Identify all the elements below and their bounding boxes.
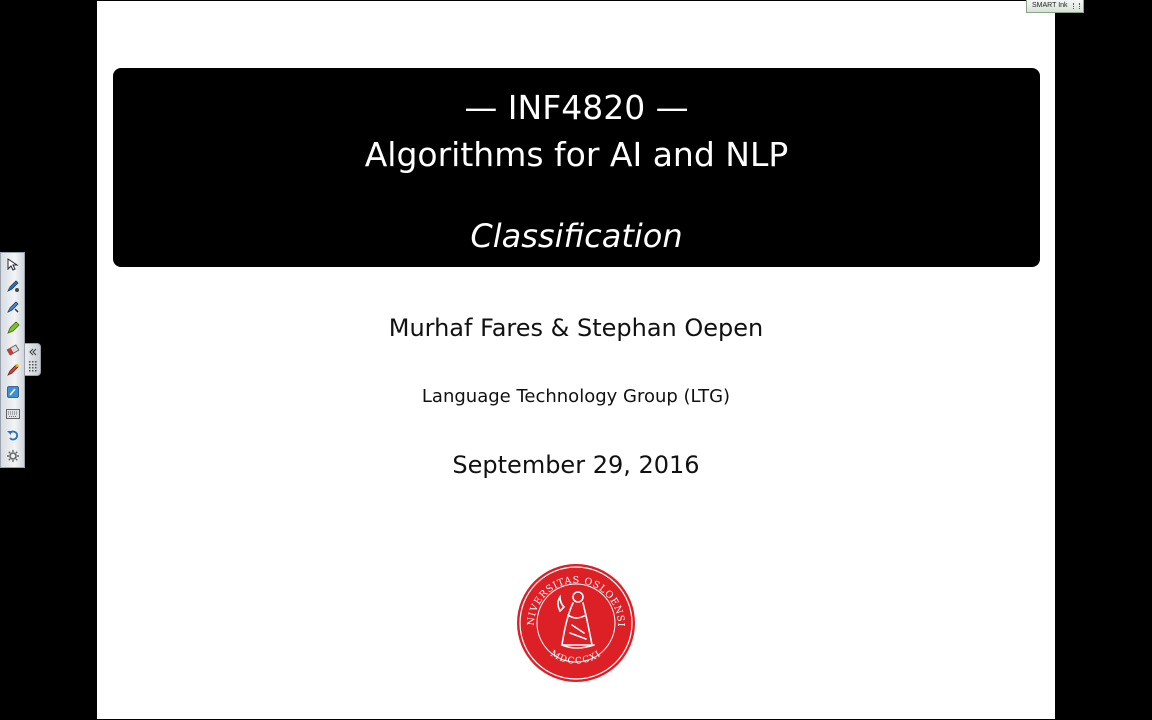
screen: — INF4820 — Algorithms for AI and NLP Cl… [0, 0, 1152, 720]
pen-icon[interactable] [4, 277, 21, 294]
course-name-title: Algorithms for AI and NLP [364, 135, 789, 174]
settings-icon[interactable] [4, 447, 21, 464]
presentation-slide: — INF4820 — Algorithms for AI and NLP Cl… [97, 1, 1055, 719]
select-arrow-icon[interactable] [4, 256, 21, 273]
floating-tools-toolbar [0, 252, 25, 468]
creative-pen-icon[interactable] [4, 319, 21, 336]
keyboard-icon[interactable] [4, 405, 21, 422]
university-seal-logo: UNIVERSITAS OSLOENSIS MDCCCXI [516, 563, 635, 682]
undo-icon[interactable] [4, 426, 21, 443]
presentation-date: September 29, 2016 [452, 451, 700, 479]
eraser-icon[interactable] [4, 340, 21, 357]
smart-ink-tab[interactable]: SMART Ink [1026, 0, 1084, 13]
toolbar-expand-tab[interactable] [25, 343, 41, 376]
chevron-double-left-icon [29, 348, 37, 372]
lecture-subtitle: Classification [470, 217, 683, 255]
title-block: — INF4820 — Algorithms for AI and NLP Cl… [113, 68, 1040, 267]
screen-capture-icon[interactable] [4, 383, 21, 400]
authors: Murhaf Fares & Stephan Oepen [388, 314, 764, 342]
affiliation: Language Technology Group (LTG) [421, 386, 731, 407]
course-code-title: — INF4820 — [464, 88, 689, 127]
grip-icon [1073, 3, 1080, 9]
magic-pen-icon[interactable] [4, 361, 21, 378]
highlighter-icon[interactable] [4, 298, 21, 315]
smart-ink-label: SMART Ink [1032, 2, 1068, 9]
